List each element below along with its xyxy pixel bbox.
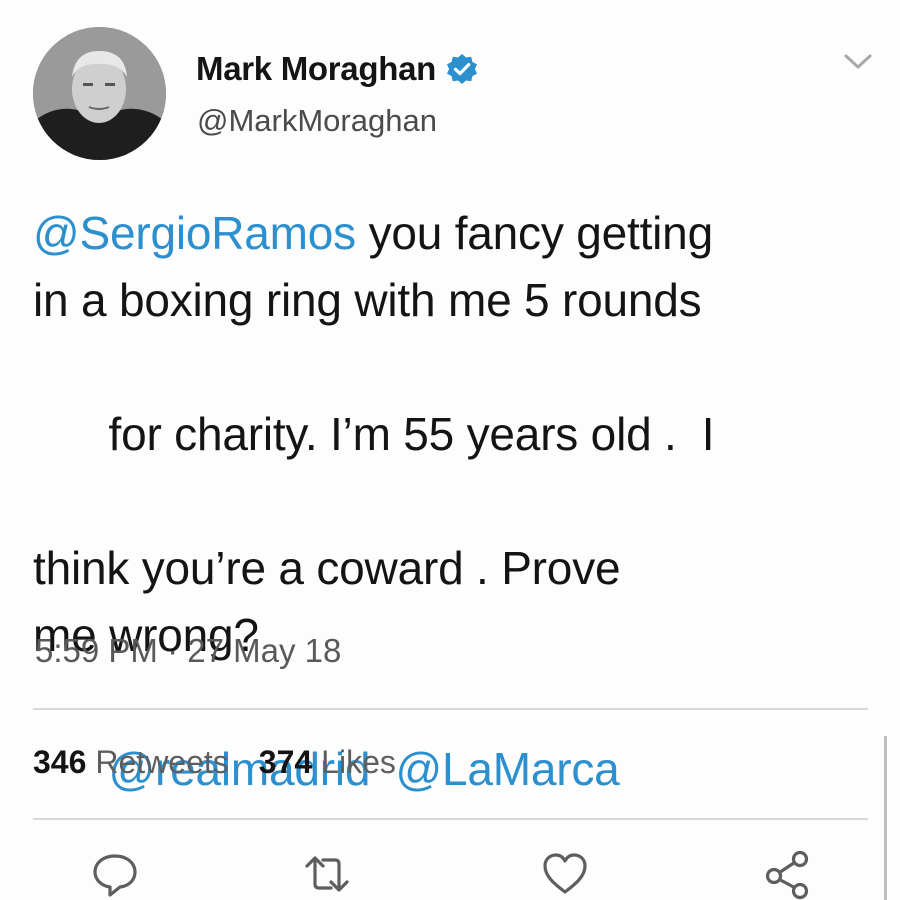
mention-link[interactable]: @SergioRamos <box>33 207 356 259</box>
author-name-row: Mark Moraghan <box>196 50 478 88</box>
tweet-line: for charity. I’m 55 years old . I <box>33 334 853 535</box>
mention-link[interactable]: @LaMarca <box>395 743 619 795</box>
share-icon[interactable] <box>764 850 812 900</box>
divider <box>33 708 868 710</box>
tweet-stats: 346 Retweets 374 Likes <box>33 744 396 781</box>
tweet-line: @SergioRamos you fancy getting <box>33 200 853 267</box>
tweet-timestamp[interactable]: 5:59 PM · 27 May 18 <box>35 632 341 670</box>
retweets-stat[interactable]: 346 Retweets <box>33 744 229 781</box>
likes-stat[interactable]: 374 Likes <box>259 744 396 781</box>
tweet-text-segment: think you’re a coward . Prove <box>33 542 621 594</box>
avatar[interactable] <box>33 27 166 160</box>
divider <box>33 818 868 820</box>
tweet-card: Mark Moraghan @MarkMoraghan @SergioRamos… <box>0 0 900 900</box>
likes-label: Likes <box>321 744 396 780</box>
tweet-text-segment: you fancy getting <box>355 207 714 259</box>
screen-edge-divider <box>884 736 887 900</box>
likes-count: 374 <box>258 744 313 780</box>
author-handle[interactable]: @MarkMoraghan <box>197 103 437 139</box>
chevron-down-icon[interactable] <box>843 52 873 72</box>
retweet-icon[interactable] <box>303 850 351 898</box>
like-icon[interactable] <box>541 850 589 898</box>
author-display-name[interactable]: Mark Moraghan <box>196 50 436 88</box>
tweet-line: in a boxing ring with me 5 rounds <box>33 267 853 334</box>
retweets-label: Retweets <box>95 744 229 780</box>
retweets-count: 346 <box>33 744 87 780</box>
verified-badge-icon <box>446 53 478 85</box>
reply-icon[interactable] <box>91 850 139 898</box>
tweet-text-segment: for charity. I’m 55 years old . I <box>108 408 715 460</box>
profile-photo-icon <box>33 27 166 160</box>
tweet-line: think you’re a coward . Prove <box>33 535 853 602</box>
tweet-text-segment: in a boxing ring with me 5 rounds <box>33 274 702 326</box>
